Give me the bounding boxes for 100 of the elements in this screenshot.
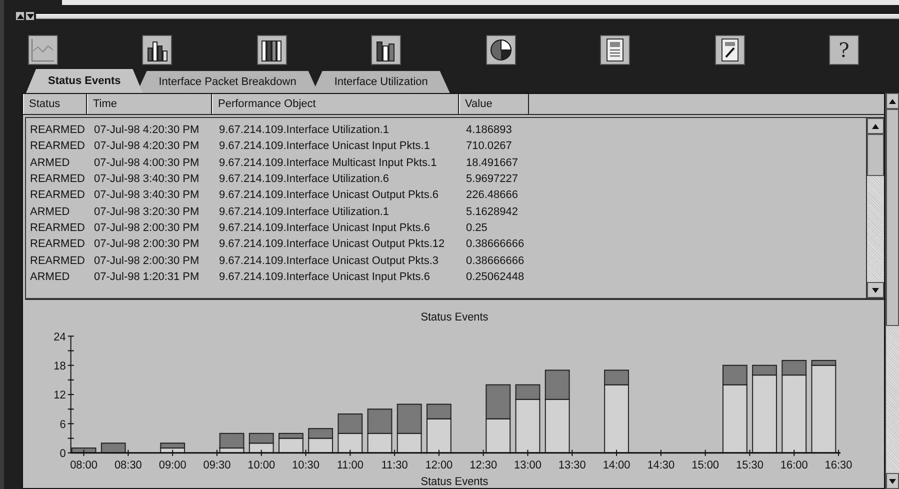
table-cell: 9.67.214.109.Interface Utilization.1: [219, 206, 390, 218]
table-cell: 18.491667: [466, 156, 518, 169]
axis-label: 09:00: [158, 459, 186, 472]
line-chart-icon: [30, 37, 56, 63]
axis-label: 12:00: [425, 459, 453, 472]
bar-chart-icon: [260, 38, 284, 62]
axis-label: 12:30: [470, 459, 498, 472]
column-header[interactable]: Status: [23, 94, 87, 114]
bar: [367, 432, 392, 454]
toolbar-button[interactable]: [486, 35, 516, 65]
axis-label: 14:30: [647, 459, 675, 472]
toolbar-button[interactable]: [714, 35, 745, 65]
table-cell: ARMED: [30, 156, 70, 169]
table-cell: REARMED: [30, 254, 86, 267]
table-cell: 07-Jul-98 2:00:30 PM: [94, 238, 200, 250]
table-cell: 9.67.214.109.Interface Unicast Output Pkts.3: [219, 254, 439, 267]
axis-label: 12: [54, 390, 66, 402]
axis-label: 24: [54, 331, 66, 344]
column-header[interactable]: Performance Object: [212, 94, 459, 114]
toolbar-button[interactable]: [142, 35, 172, 65]
table-cell: 07-Jul-98 2:00:30 PM: [94, 222, 200, 234]
question-mark-icon: ?: [838, 38, 850, 62]
scroll-down-button[interactable]: [867, 282, 884, 298]
table-cell: REARMED: [30, 124, 86, 136]
table-cell: 0.38666666: [466, 254, 524, 267]
table-cell: 07-Jul-98 4:20:30 PM: [94, 124, 200, 136]
bar: [338, 432, 363, 454]
table-cell: ARMED: [30, 206, 70, 218]
down-arrow-icon[interactable]: [889, 478, 896, 484]
table-cell: 0.25: [466, 222, 488, 234]
pie-chart-icon: [488, 38, 513, 62]
axis-label: 16:30: [824, 459, 852, 472]
toolbar-button[interactable]: [600, 35, 630, 65]
axis-label: 13:00: [514, 459, 542, 472]
scroll-thumb[interactable]: [867, 134, 884, 176]
down-arrow-icon[interactable]: [872, 288, 879, 292]
toolbar-button[interactable]: [256, 35, 287, 65]
document-icon: [606, 38, 624, 62]
axis-label: 10:30: [292, 459, 320, 472]
table-cell: 9.67.214.109.Interface Unicast Input Pkts.6: [219, 222, 430, 234]
bar: [338, 413, 363, 434]
toolbar-button[interactable]: [371, 35, 402, 65]
tab[interactable]: Status Events: [26, 69, 143, 93]
column-header[interactable]: Value: [459, 94, 529, 114]
document-edit-icon: [720, 38, 739, 62]
column-header[interactable]: Time: [87, 94, 212, 114]
table-cell: 0.25062448: [466, 270, 524, 283]
bar: [71, 448, 96, 454]
axis-label: 15:30: [736, 459, 764, 472]
bar: [367, 408, 392, 434]
table-cell: REARMED: [30, 140, 86, 152]
axis-label: 08:30: [114, 459, 142, 472]
table-cell: ARMED: [30, 270, 70, 283]
axis-label: 16:00: [780, 459, 808, 472]
up-arrow-icon[interactable]: [16, 14, 24, 18]
table-cell: 9.67.214.109.Interface Multicast Input Pkts.1: [219, 156, 437, 169]
table-cell: REARMED: [30, 189, 86, 202]
table-cell: 0.38666666: [466, 238, 524, 250]
axis-label: 09:30: [203, 459, 231, 472]
tab[interactable]: Interface Utilization: [312, 71, 450, 93]
table-cell: 9.67.214.109.Interface Utilization.1: [219, 124, 390, 136]
table-cell: 9.67.214.109.Interface Unicast Output Pkts.12: [219, 238, 445, 250]
up-arrow-icon[interactable]: [872, 124, 879, 128]
toolbar-button[interactable]: ?: [828, 35, 859, 65]
table-cell: 4.186893: [466, 124, 512, 136]
axis-label: 10:00: [248, 459, 276, 472]
bar: [486, 384, 511, 420]
axis-label: 15:00: [692, 459, 720, 472]
table-cell: REARMED: [30, 173, 86, 186]
table-cell: 07-Jul-98 4:20:30 PM: [94, 140, 200, 152]
scroll-down-button[interactable]: [886, 473, 899, 489]
table-cell: 226.48666: [466, 189, 518, 202]
table-cell: REARMED: [30, 222, 86, 234]
axis-label: 0: [60, 448, 66, 460]
table-cell: 5.9697227: [466, 173, 518, 186]
axis-title: Status Events: [420, 476, 488, 488]
table-cell: 9.67.214.109.Interface Unicast Input Pkts.6: [219, 270, 430, 283]
table-cell: 9.67.214.109.Interface Utilization.6: [219, 173, 390, 186]
table-cell: 07-Jul-98 1:20:31 PM: [94, 270, 200, 283]
axis-label: 08:00: [70, 459, 98, 472]
up-arrow-icon[interactable]: [889, 98, 896, 104]
down-arrow-icon[interactable]: [26, 14, 34, 18]
bar: [486, 418, 511, 454]
scroll-up-button[interactable]: [886, 93, 899, 109]
axis-label: 11:30: [381, 459, 408, 472]
table-cell: 07-Jul-98 2:00:30 PM: [94, 254, 200, 267]
scroll-thumb[interactable]: [886, 109, 899, 326]
axis-label: 11:00: [336, 459, 364, 472]
table-cell: 9.67.214.109.Interface Unicast Input Pkts.1: [219, 140, 430, 152]
bar: [100, 442, 126, 454]
axis-label: 6: [60, 418, 66, 431]
table-cell: 9.67.214.109.Interface Unicast Output Pkts.6: [219, 189, 439, 202]
table-cell: 07-Jul-98 3:20:30 PM: [94, 206, 200, 218]
axis-label: 18: [54, 360, 66, 373]
table-cell: 07-Jul-98 3:40:30 PM: [94, 189, 200, 202]
axis-label: 14:00: [602, 459, 630, 472]
chart-title: Status Events: [420, 312, 488, 324]
table-cell: 07-Jul-98 4:00:30 PM: [94, 156, 200, 169]
bar: [248, 432, 274, 444]
scroll-up-button[interactable]: [867, 118, 884, 134]
